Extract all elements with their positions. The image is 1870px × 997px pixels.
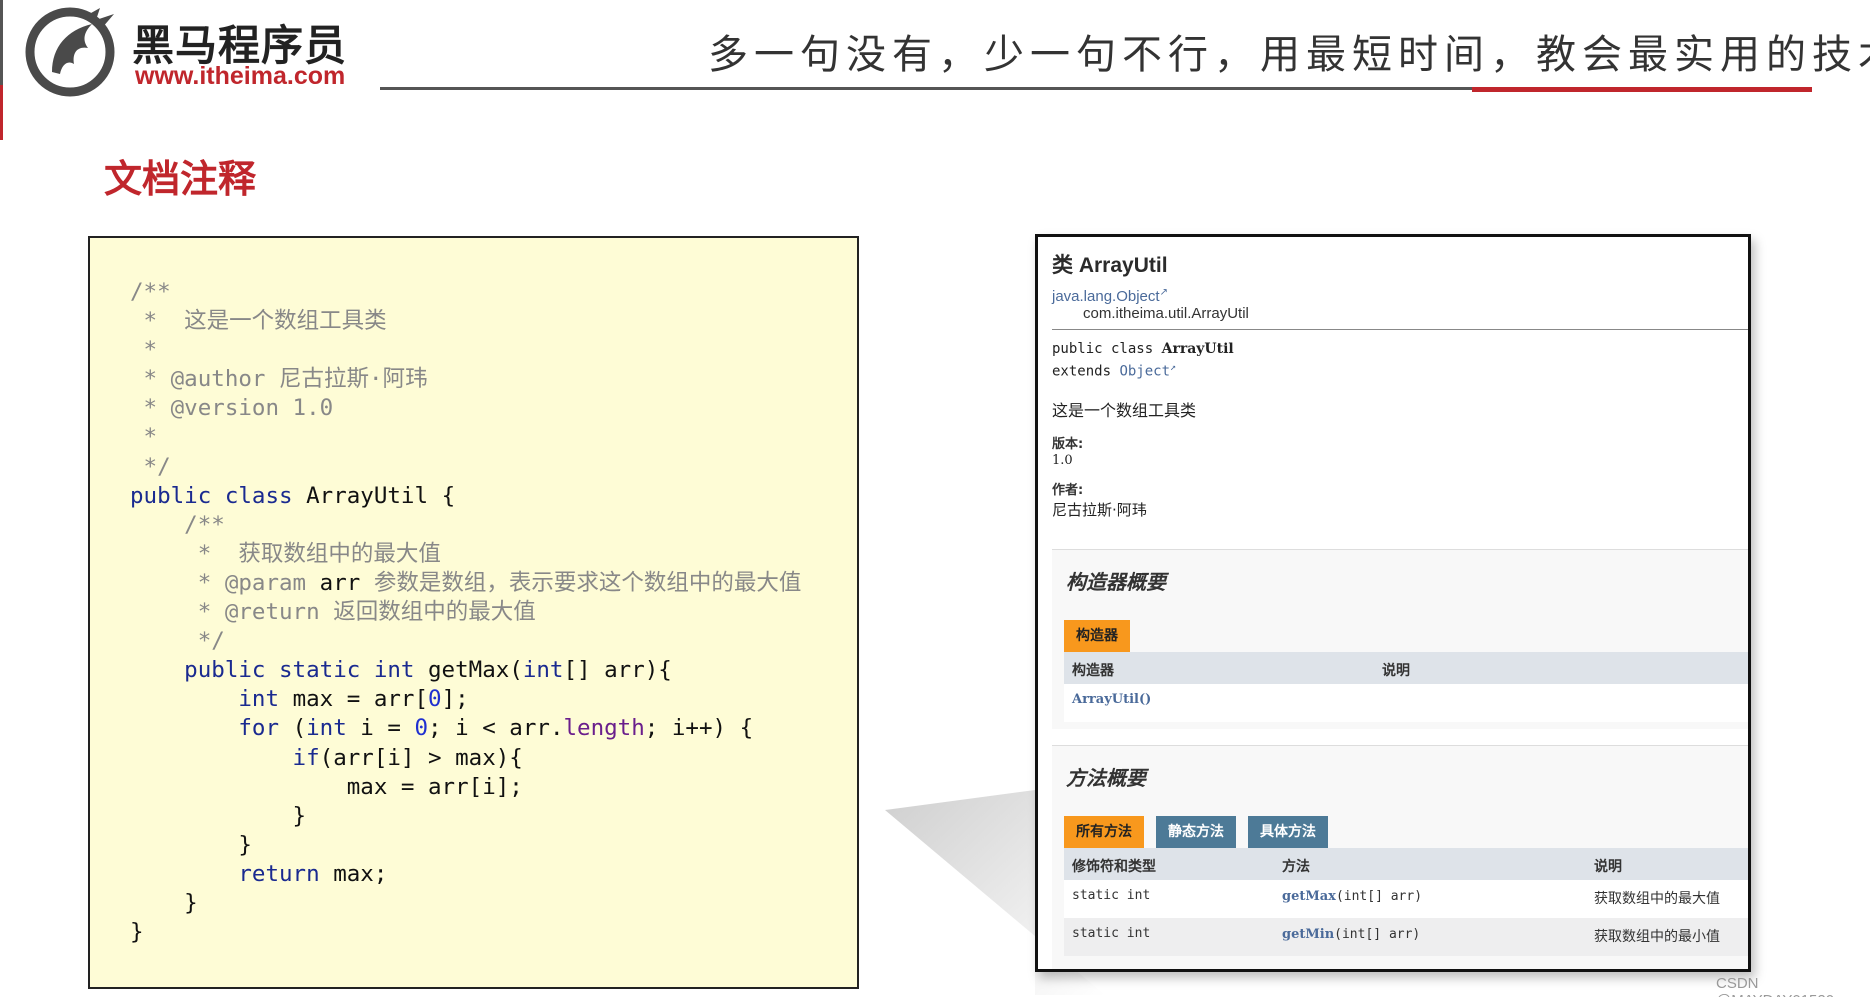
code-line: } bbox=[130, 831, 252, 858]
left-edge-accent bbox=[0, 85, 3, 140]
constructor-link[interactable]: ArrayUtil() bbox=[1072, 692, 1151, 707]
code-line: * 获取数组中的最大值 bbox=[130, 540, 441, 567]
class-signature: public class ArrayUtil bbox=[1052, 341, 1234, 357]
method-description: 获取数组中的最大值 bbox=[1594, 891, 1720, 907]
constructor-summary: 构造器概要 构造器 构造器 说明 ArrayUtil() bbox=[1052, 549, 1748, 729]
class-description: 这是一个数组工具类 bbox=[1052, 401, 1197, 420]
object-link[interactable]: Object bbox=[1119, 364, 1170, 380]
method-link[interactable]: getMax bbox=[1282, 889, 1336, 904]
method-summary: 方法概要 所有方法 静态方法 具体方法 修饰符和类型 方法 说明 static … bbox=[1052, 745, 1748, 969]
header-rule bbox=[380, 87, 1472, 90]
code-line: int max = arr[0]; bbox=[130, 686, 469, 713]
version-value: 1.0 bbox=[1052, 453, 1073, 468]
class-extends: extends Object↗ bbox=[1052, 362, 1177, 380]
code-line: * @version 1.0 bbox=[130, 395, 334, 422]
version-label: 版本: bbox=[1052, 437, 1084, 452]
code-line: } bbox=[130, 919, 144, 946]
itheima-logo: 黑马程序员 www.itheima.com bbox=[22, 2, 362, 98]
code-line: public static int getMax(int[] arr){ bbox=[130, 657, 672, 684]
javadoc-class-title: 类 ArrayUtil bbox=[1052, 254, 1168, 277]
code-line: } bbox=[130, 802, 307, 829]
code-line: */ bbox=[130, 453, 171, 480]
code-line: if(arr[i] > max){ bbox=[130, 744, 523, 771]
method-link[interactable]: getMin bbox=[1282, 927, 1334, 942]
code-line: * bbox=[130, 424, 158, 451]
author-label: 作者: bbox=[1052, 483, 1084, 498]
code-line: /** bbox=[130, 279, 171, 305]
code-line: } bbox=[130, 889, 198, 916]
code-line: * 这是一个数组工具类 bbox=[130, 308, 387, 335]
code-line: * @param arr 参数是数组，表示要求这个数组中的最大值 bbox=[130, 569, 802, 596]
tab-constructors[interactable]: 构造器 bbox=[1064, 620, 1130, 652]
method-description: 获取数组中的最小值 bbox=[1594, 929, 1720, 945]
code-line: for (int i = 0; i < arr.length; i++) { bbox=[130, 715, 754, 742]
left-edge-bar bbox=[0, 0, 3, 85]
code-line: */ bbox=[130, 628, 225, 655]
constructor-summary-heading: 构造器概要 bbox=[1066, 570, 1166, 594]
code-line: public class ArrayUtil { bbox=[130, 482, 456, 509]
javadoc-panel: 类 ArrayUtil java.lang.Object↗ com.itheim… bbox=[1035, 234, 1751, 972]
constructor-row: ArrayUtil() bbox=[1064, 684, 1748, 722]
tab-static-methods[interactable]: 静态方法 bbox=[1156, 816, 1236, 848]
tab-concrete-methods[interactable]: 具体方法 bbox=[1248, 816, 1328, 848]
external-link-icon: ↗ bbox=[1170, 362, 1177, 373]
author-value: 尼古拉斯·阿玮 bbox=[1052, 501, 1147, 519]
col-description: 说明 bbox=[1382, 663, 1410, 679]
method-row: static int getMax(int[] arr) 获取数组中的最大值 bbox=[1064, 880, 1748, 918]
method-summary-heading: 方法概要 bbox=[1066, 766, 1146, 790]
method-modifier: static int bbox=[1072, 888, 1151, 903]
constructor-table-header: 构造器 说明 bbox=[1064, 652, 1748, 684]
section-title: 文档注释 bbox=[104, 157, 257, 201]
col-constructor: 构造器 bbox=[1072, 663, 1114, 679]
col-method: 方法 bbox=[1282, 859, 1310, 875]
logo-url-text: www.itheima.com bbox=[135, 62, 346, 90]
header-rule-accent bbox=[1472, 87, 1812, 92]
slogan: 多一句没有，少一句不行，用最短时间，教会最实用的技术！ bbox=[708, 32, 1870, 78]
method-modifier: static int bbox=[1072, 926, 1151, 941]
code-line: /** bbox=[130, 511, 225, 538]
code-line: * bbox=[130, 337, 158, 364]
col-description: 说明 bbox=[1594, 859, 1622, 875]
csdn-credit: CSDN @MAYDAY01520 bbox=[1716, 975, 1834, 997]
col-modifier: 修饰符和类型 bbox=[1072, 859, 1156, 875]
method-row: static int getMin(int[] arr) 获取数组中的最小值 bbox=[1064, 918, 1748, 956]
method-table-header: 修饰符和类型 方法 说明 bbox=[1064, 848, 1748, 880]
inherit-parent-link[interactable]: java.lang.Object↗ bbox=[1052, 287, 1168, 305]
inherit-child: com.itheima.util.ArrayUtil bbox=[1083, 305, 1249, 322]
code-line: max = arr[i]; bbox=[130, 773, 523, 800]
code-line: return max; bbox=[130, 860, 388, 887]
method-signature: getMin(int[] arr) bbox=[1282, 927, 1421, 942]
tab-all-methods[interactable]: 所有方法 bbox=[1064, 816, 1144, 848]
code-block: /** * 这是一个数组工具类 * * @author 尼古拉斯·阿玮 * @v… bbox=[130, 278, 801, 947]
code-line: * @author 尼古拉斯·阿玮 bbox=[130, 366, 428, 393]
horse-logo-icon bbox=[25, 7, 115, 97]
code-line: * @return 返回数组中的最大值 bbox=[130, 599, 536, 626]
divider bbox=[1052, 329, 1748, 330]
code-panel: /** * 这是一个数组工具类 * * @author 尼古拉斯·阿玮 * @v… bbox=[88, 236, 859, 989]
external-link-icon: ↗ bbox=[1159, 287, 1168, 298]
method-signature: getMax(int[] arr) bbox=[1282, 889, 1423, 904]
